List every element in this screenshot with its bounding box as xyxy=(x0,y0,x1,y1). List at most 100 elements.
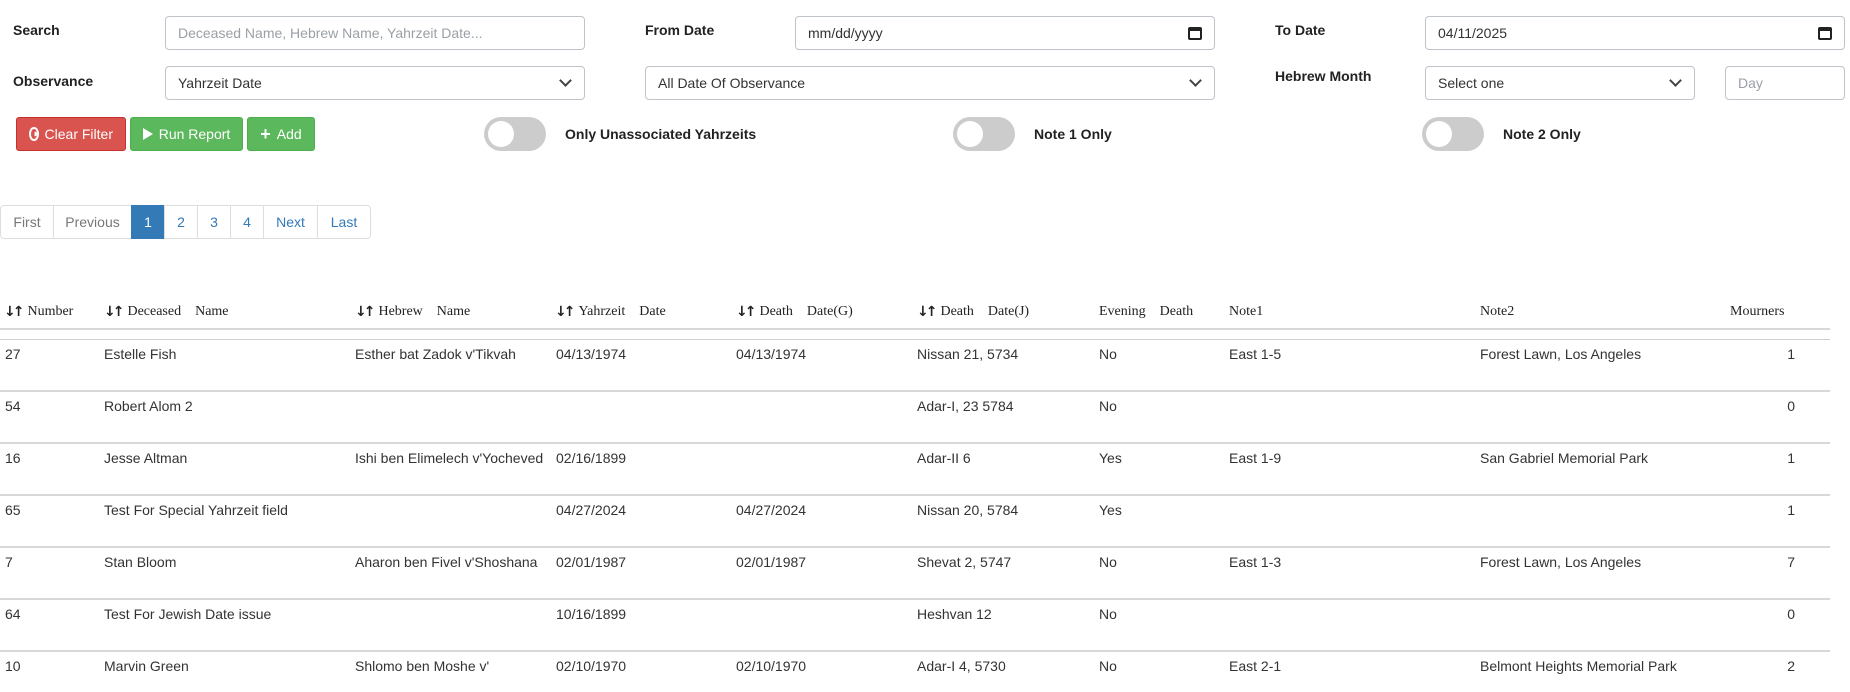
cell-number: 54 xyxy=(5,398,21,414)
add-button[interactable]: + Add xyxy=(247,117,315,151)
cell-number: 7 xyxy=(5,554,13,570)
cell-deceased-name: Test For Jewish Date issue xyxy=(104,606,272,622)
cell-evening-death: Yes xyxy=(1099,450,1122,466)
cell-note2: Forest Lawn, Los Angeles xyxy=(1480,554,1642,570)
page-first[interactable]: First xyxy=(0,205,54,239)
cell-death-date-g: 02/01/1987 xyxy=(736,554,807,570)
header-death-date-j[interactable]: ↓↑ Death Date(J) xyxy=(917,304,1029,320)
cell-note2: Forest Lawn, Los Angeles xyxy=(1480,346,1642,362)
day-input[interactable]: Day xyxy=(1725,66,1845,100)
page-3[interactable]: 3 xyxy=(197,205,231,239)
cell-number: 10 xyxy=(5,658,21,674)
cell-death-date-g: 04/13/1974 xyxy=(736,346,807,362)
to-date-label: To Date xyxy=(1275,22,1326,38)
sort-desc-icon: ↓↑ xyxy=(4,304,25,320)
clear-filter-label: Clear Filter xyxy=(44,126,113,142)
cell-yahrzeit-date: 02/10/1970 xyxy=(556,658,627,674)
from-date-label: From Date xyxy=(645,22,715,38)
cell-note1: East 1-3 xyxy=(1229,554,1282,570)
run-report-label: Run Report xyxy=(158,126,231,142)
chevron-down-icon xyxy=(1669,74,1682,87)
header-note1-label: Note1 xyxy=(1229,304,1264,319)
note1-toggle[interactable] xyxy=(953,117,1015,151)
cell-death-date-j: Shevat 2, 5747 xyxy=(917,554,1012,570)
calendar-icon[interactable] xyxy=(1818,26,1832,40)
cell-death-date-j: Nissan 20, 5784 xyxy=(917,502,1019,518)
header-deceased-name[interactable]: ↓↑ Deceased Name xyxy=(104,304,229,320)
cell-number: 65 xyxy=(5,502,21,518)
header-divider xyxy=(0,328,1830,330)
toggle-knob xyxy=(1426,121,1452,147)
observance-value: Yahrzeit Date xyxy=(178,75,262,91)
note1-label: Note 1 Only xyxy=(1034,126,1112,142)
search-input[interactable]: Deceased Name, Hebrew Name, Yahrzeit Dat… xyxy=(165,16,585,50)
sort-icon: ↓↑ xyxy=(355,304,376,320)
page-4[interactable]: 4 xyxy=(230,205,264,239)
cell-number: 16 xyxy=(5,450,21,466)
date-of-observance-select[interactable]: All Date Of Observance xyxy=(645,66,1215,100)
header-deceased-name-label: Deceased Name xyxy=(127,304,229,319)
add-label: Add xyxy=(276,126,302,142)
table-row[interactable] xyxy=(0,390,1830,442)
cell-death-date-g: 02/10/1970 xyxy=(736,658,807,674)
cell-note1: East 1-9 xyxy=(1229,450,1282,466)
cell-note1: East 2-1 xyxy=(1229,658,1282,674)
cell-death-date-j: Adar-II 6 xyxy=(917,450,971,466)
cell-note2: Belmont Heights Memorial Park xyxy=(1480,658,1677,674)
sort-icon: ↓↑ xyxy=(104,304,125,320)
header-note2-label: Note2 xyxy=(1480,304,1515,319)
header-yahrzeit-date-label: Yahrzeit Date xyxy=(578,304,666,319)
header-evening-death-label: Evening Death xyxy=(1099,304,1194,319)
cell-death-date-j: Adar-I, 23 5784 xyxy=(917,398,1014,414)
cell-deceased-name: Marvin Green xyxy=(104,658,189,674)
run-report-button[interactable]: Run Report xyxy=(130,117,243,151)
unassociated-toggle[interactable] xyxy=(484,117,546,151)
cell-yahrzeit-date: 10/16/1899 xyxy=(556,606,627,622)
toggle-knob xyxy=(488,121,514,147)
header-hebrew-name[interactable]: ↓↑ Hebrew Name xyxy=(355,304,470,320)
cell-yahrzeit-date: 04/27/2024 xyxy=(556,502,627,518)
header-death-date-j-label: Death Date(J) xyxy=(940,304,1030,319)
observance-select[interactable]: Yahrzeit Date xyxy=(165,66,585,100)
cell-note1: East 1-5 xyxy=(1229,346,1282,362)
cell-yahrzeit-date: 02/16/1899 xyxy=(556,450,627,466)
table-row[interactable] xyxy=(0,598,1830,650)
hebrew-month-select[interactable]: Select one xyxy=(1425,66,1695,100)
day-placeholder: Day xyxy=(1738,75,1763,91)
page-1[interactable]: 1 xyxy=(131,205,165,239)
from-date-input[interactable]: mm/dd/yyyy xyxy=(795,16,1215,50)
cell-mourners: 7 xyxy=(1787,554,1795,570)
header-death-date-g-label: Death Date(G) xyxy=(759,304,853,319)
header-mourners: Mourners xyxy=(1730,304,1784,320)
to-date-input[interactable]: 04/11/2025 xyxy=(1425,16,1845,50)
cell-note2: San Gabriel Memorial Park xyxy=(1480,450,1649,466)
note2-toggle[interactable] xyxy=(1422,117,1484,151)
page-2[interactable]: 2 xyxy=(164,205,198,239)
page-next[interactable]: Next xyxy=(263,205,318,239)
page-previous[interactable]: Previous xyxy=(53,205,132,239)
note2-label: Note 2 Only xyxy=(1503,126,1581,142)
sort-icon: ↓↑ xyxy=(736,304,757,320)
calendar-icon[interactable] xyxy=(1188,26,1202,40)
hebrew-month-label: Hebrew Month xyxy=(1275,68,1372,84)
header-number[interactable]: ↓↑ Number xyxy=(4,304,73,320)
clear-filter-button[interactable]: Clear Filter xyxy=(16,117,126,151)
cell-deceased-name: Estelle Fish xyxy=(104,346,177,362)
from-date-value: mm/dd/yyyy xyxy=(808,25,883,41)
cell-hebrew-name: Ishi ben Elimelech v'Yocheved xyxy=(355,450,544,466)
date-of-observance-value: All Date Of Observance xyxy=(658,75,806,91)
cell-death-date-j: Heshvan 12 xyxy=(917,606,992,622)
sort-icon: ↓↑ xyxy=(917,304,938,320)
observance-label: Observance xyxy=(13,73,94,89)
cell-mourners: 1 xyxy=(1787,502,1795,518)
hebrew-month-value: Select one xyxy=(1438,75,1505,91)
cell-evening-death: Yes xyxy=(1099,502,1122,518)
search-label: Search xyxy=(13,22,60,38)
cell-yahrzeit-date: 04/13/1974 xyxy=(556,346,627,362)
page-last[interactable]: Last xyxy=(317,205,371,239)
cell-deceased-name: Robert Alom 2 xyxy=(104,398,193,414)
header-yahrzeit-date[interactable]: ↓↑ Yahrzeit Date xyxy=(555,304,666,320)
header-death-date-g[interactable]: ↓↑ Death Date(G) xyxy=(736,304,853,320)
header-hebrew-name-label: Hebrew Name xyxy=(378,304,471,319)
cell-evening-death: No xyxy=(1099,658,1117,674)
